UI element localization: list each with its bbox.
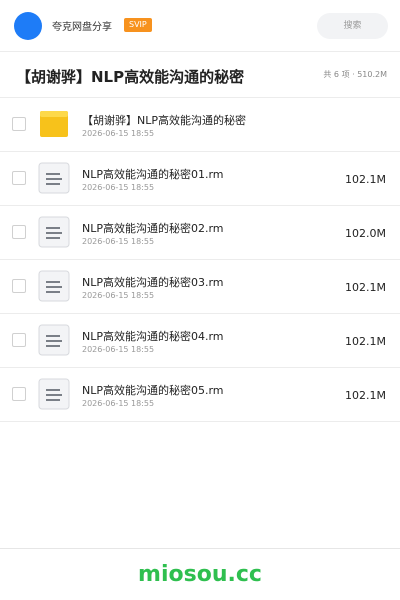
search-input[interactable]: 搜索 — [317, 13, 388, 39]
file-date: 2026-06-15 18:55 — [82, 237, 155, 246]
svip-badge: SVIP — [124, 18, 152, 32]
file-list: 【胡谢骅】NLP高效能沟通的秘密 2026-06-15 18:55 NLP高效能… — [0, 98, 400, 422]
list-item[interactable]: 【胡谢骅】NLP高效能沟通的秘密 2026-06-15 18:55 — [0, 98, 400, 152]
file-name[interactable]: NLP高效能沟通的秘密02.rm — [82, 220, 224, 236]
row-checkbox[interactable] — [12, 387, 26, 401]
file-name[interactable]: NLP高效能沟通的秘密04.rm — [82, 328, 224, 344]
row-checkbox[interactable] — [12, 333, 26, 347]
document-icon — [38, 270, 70, 302]
folder-meta: 共 6 项 · 510.2M — [323, 70, 387, 79]
document-icon — [38, 378, 70, 410]
folder-icon — [40, 111, 68, 137]
watermark: miosou.cc — [138, 562, 262, 587]
file-size: 102.1M — [345, 389, 386, 402]
page-title: 【胡谢骅】NLP高效能沟通的秘密 — [16, 68, 245, 86]
file-name[interactable]: NLP高效能沟通的秘密05.rm — [82, 382, 224, 398]
document-icon — [38, 162, 70, 194]
row-checkbox[interactable] — [12, 117, 26, 131]
row-checkbox[interactable] — [12, 279, 26, 293]
document-icon — [38, 324, 70, 356]
file-size: 102.0M — [345, 227, 386, 240]
avatar[interactable] — [14, 12, 42, 40]
file-size: 102.1M — [345, 335, 386, 348]
list-item[interactable]: NLP高效能沟通的秘密04.rm 2026-06-15 18:55 102.1M — [0, 314, 400, 368]
file-size: 102.1M — [345, 281, 386, 294]
file-name[interactable]: NLP高效能沟通的秘密01.rm — [82, 166, 224, 182]
file-size: 102.1M — [345, 173, 386, 186]
file-date: 2026-06-15 18:55 — [82, 399, 155, 408]
file-name[interactable]: 【胡谢骅】NLP高效能沟通的秘密 — [82, 112, 246, 128]
top-bar: 夸克网盘分享 SVIP 搜索 — [0, 0, 400, 52]
list-item[interactable]: NLP高效能沟通的秘密01.rm 2026-06-15 18:55 102.1M — [0, 152, 400, 206]
file-name[interactable]: NLP高效能沟通的秘密03.rm — [82, 274, 224, 290]
row-checkbox[interactable] — [12, 225, 26, 239]
document-icon — [38, 216, 70, 248]
list-item[interactable]: NLP高效能沟通的秘密02.rm 2026-06-15 18:55 102.0M — [0, 206, 400, 260]
row-checkbox[interactable] — [12, 171, 26, 185]
file-date: 2026-06-15 18:55 — [82, 291, 155, 300]
file-date: 2026-06-15 18:55 — [82, 345, 155, 354]
list-item[interactable]: NLP高效能沟通的秘密05.rm 2026-06-15 18:55 102.1M — [0, 368, 400, 422]
file-date: 2026-06-15 18:55 — [82, 129, 155, 138]
app-title: 夸克网盘分享 — [52, 22, 112, 33]
file-date: 2026-06-15 18:55 — [82, 183, 155, 192]
folder-header: 【胡谢骅】NLP高效能沟通的秘密 共 6 项 · 510.2M — [0, 52, 400, 98]
list-item[interactable]: NLP高效能沟通的秘密03.rm 2026-06-15 18:55 102.1M — [0, 260, 400, 314]
